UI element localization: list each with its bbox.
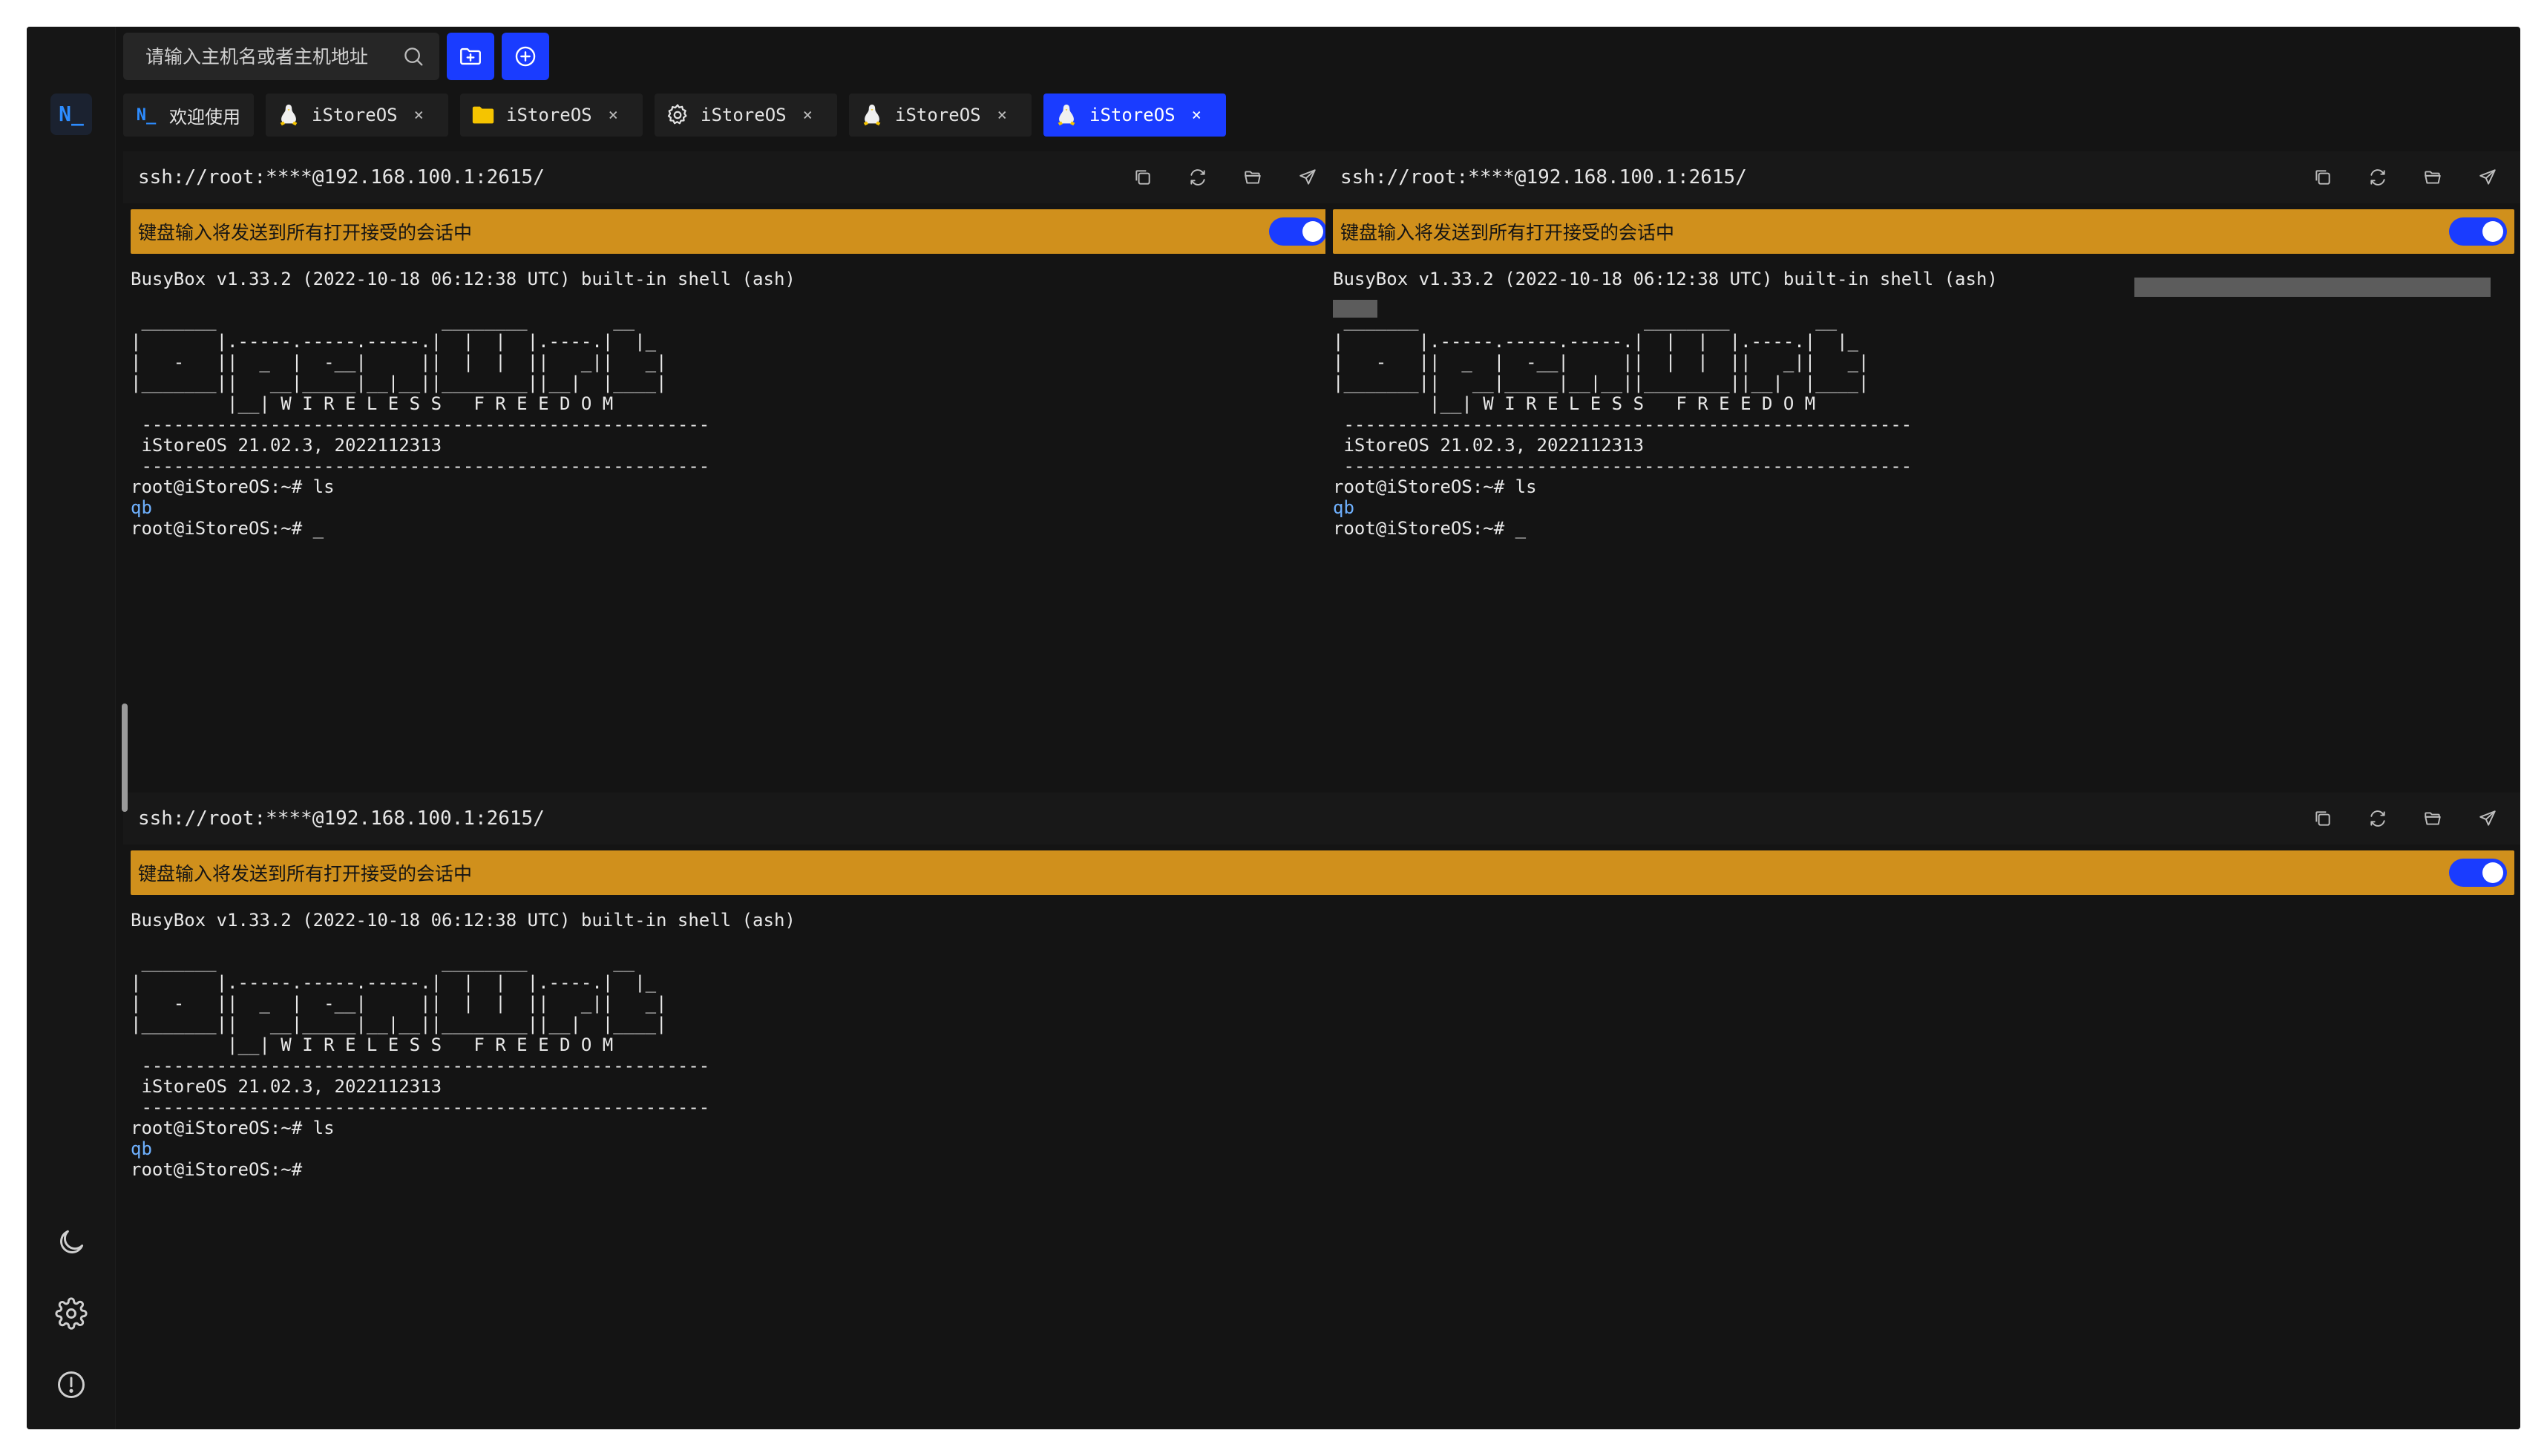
- copy-icon[interactable]: [2307, 802, 2339, 835]
- terminal-prompt: root@iStoreOS:~# _: [1333, 518, 1527, 539]
- pane-tools: [2307, 802, 2520, 835]
- search-icon[interactable]: [401, 44, 426, 69]
- linux-icon: [1054, 102, 1079, 128]
- pane-tools: [1127, 161, 1340, 194]
- terminal-line: iStoreOS 21.02.3, 2022112313: [1333, 435, 1645, 456]
- terminal-pane-2: ssh://root:****@192.168.100.1:2615/ 键盘输入…: [1325, 151, 2520, 787]
- broadcast-toggle[interactable]: [1269, 217, 1327, 246]
- pane-header: ssh://root:****@192.168.100.1:2615/: [1325, 151, 2520, 203]
- tab-session-3[interactable]: iStoreOS ×: [655, 94, 837, 137]
- tab-session-4[interactable]: iStoreOS ×: [849, 94, 1032, 137]
- pane-url: ssh://root:****@192.168.100.1:2615/: [1340, 166, 1747, 188]
- pane-tools: [2307, 161, 2520, 194]
- broadcast-toggle[interactable]: [2449, 859, 2507, 887]
- terminal-line: BusyBox v1.33.2 (2022-10-18 06:12:38 UTC…: [131, 910, 796, 931]
- terminal-line: root@iStoreOS:~# ls: [131, 1118, 335, 1138]
- selection-highlight: [2134, 278, 2491, 297]
- close-icon[interactable]: ×: [1192, 106, 1202, 125]
- tab-session-5[interactable]: iStoreOS ×: [1043, 94, 1226, 137]
- gear-icon: [665, 102, 690, 128]
- tab-label: iStoreOS: [506, 105, 592, 125]
- terminal-line: iStoreOS 21.02.3, 2022112313: [131, 435, 442, 456]
- moon-icon[interactable]: [55, 1226, 88, 1259]
- terminal-pane-3: ssh://root:****@192.168.100.1:2615/ 键盘输入…: [123, 793, 2520, 1429]
- app-logo[interactable]: N_: [50, 94, 92, 135]
- terminal-line: qb: [131, 497, 152, 518]
- terminal-pane-1: ssh://root:****@192.168.100.1:2615/ 键盘输入…: [123, 151, 1340, 787]
- terminal-line: ----------------------------------------…: [131, 1097, 710, 1118]
- terminal-line: root@iStoreOS:~# ls: [1333, 476, 1537, 497]
- terminal-line: root@iStoreOS:~# ls: [131, 476, 335, 497]
- folder-open-icon[interactable]: [2416, 161, 2449, 194]
- tab-label: iStoreOS: [1089, 105, 1176, 125]
- linux-icon: [859, 102, 885, 128]
- ascii-banner: _______ ________ __ | |.-----.-----.----…: [131, 951, 710, 1076]
- folder-icon: [471, 102, 496, 128]
- folder-plus-icon: [460, 47, 481, 65]
- refresh-icon[interactable]: [1181, 161, 1214, 194]
- broadcast-toggle[interactable]: [2449, 217, 2507, 246]
- pane-resize-handle[interactable]: [122, 704, 128, 812]
- close-icon[interactable]: ×: [609, 106, 618, 125]
- send-icon[interactable]: [2471, 161, 2504, 194]
- plus-circle-icon: [515, 46, 536, 67]
- terminal-prompt: root@iStoreOS:~# _: [131, 518, 324, 539]
- terminal-line: qb: [131, 1138, 152, 1159]
- broadcast-banner: 键盘输入将发送到所有打开接受的会话中: [131, 850, 2514, 895]
- close-icon[interactable]: ×: [997, 106, 1007, 125]
- terminal-line: ----------------------------------------…: [131, 456, 710, 476]
- broadcast-text: 键盘输入将发送到所有打开接受的会话中: [1340, 222, 1675, 243]
- pane-url: ssh://root:****@192.168.100.1:2615/: [138, 807, 545, 830]
- refresh-icon[interactable]: [2361, 802, 2394, 835]
- ascii-banner: _______ ________ __ | |.-----.-----.----…: [1333, 310, 1912, 435]
- sidebar: N_: [27, 27, 116, 1429]
- terminal-line: BusyBox v1.33.2 (2022-10-18 06:12:38 UTC…: [131, 269, 796, 289]
- close-icon[interactable]: ×: [803, 106, 813, 125]
- broadcast-text: 键盘输入将发送到所有打开接受的会话中: [138, 222, 473, 243]
- tab-bar: N_ 欢迎使用 iStoreOS × iStoreOS × iStoreOS ×: [123, 94, 1226, 137]
- copy-icon[interactable]: [1127, 161, 1159, 194]
- refresh-icon[interactable]: [2361, 161, 2394, 194]
- send-icon[interactable]: [2471, 802, 2504, 835]
- terminal-output[interactable]: BusyBox v1.33.2 (2022-10-18 06:12:38 UTC…: [131, 910, 2513, 1429]
- terminal-line: qb: [1333, 497, 1354, 518]
- terminal-output[interactable]: BusyBox v1.33.2 (2022-10-18 06:12:38 UTC…: [131, 269, 1333, 787]
- app-logo-icon: N_: [136, 105, 157, 125]
- tab-session-2[interactable]: iStoreOS ×: [460, 94, 643, 137]
- tab-label: 欢迎使用: [169, 106, 240, 128]
- terminal-output[interactable]: BusyBox v1.33.2 (2022-10-18 06:12:38 UTC…: [1333, 269, 2513, 787]
- terminal-line: iStoreOS 21.02.3, 2022112313: [131, 1076, 442, 1097]
- pane-url: ssh://root:****@192.168.100.1:2615/: [138, 166, 545, 188]
- host-search: [123, 33, 439, 80]
- new-folder-button[interactable]: [447, 33, 494, 80]
- ascii-banner: _______ ________ __ | |.-----.-----.----…: [131, 310, 710, 435]
- folder-open-icon[interactable]: [1236, 161, 1269, 194]
- tab-welcome[interactable]: N_ 欢迎使用: [123, 94, 254, 137]
- app-window: N_ N_ 欢迎使用 iStoreOS ×: [27, 27, 2520, 1429]
- tab-session-1[interactable]: iStoreOS ×: [266, 94, 448, 137]
- terminal-prompt: root@iStoreOS:~#: [131, 1159, 303, 1180]
- broadcast-text: 键盘输入将发送到所有打开接受的会话中: [138, 863, 473, 885]
- cursor-block: [1333, 300, 1377, 318]
- terminal-line: ----------------------------------------…: [1333, 456, 1912, 476]
- linux-icon: [276, 102, 301, 128]
- broadcast-banner: 键盘输入将发送到所有打开接受的会话中: [131, 209, 1334, 254]
- tab-label: iStoreOS: [312, 105, 398, 125]
- folder-open-icon[interactable]: [2416, 802, 2449, 835]
- send-icon[interactable]: [1291, 161, 1324, 194]
- gear-icon[interactable]: [55, 1297, 88, 1330]
- broadcast-banner: 键盘输入将发送到所有打开接受的会话中: [1333, 209, 2514, 254]
- search-input[interactable]: [123, 33, 401, 80]
- tab-label: iStoreOS: [701, 105, 787, 125]
- new-connection-button[interactable]: [502, 33, 549, 80]
- info-icon[interactable]: [55, 1368, 88, 1401]
- tab-label: iStoreOS: [895, 105, 981, 125]
- close-icon[interactable]: ×: [414, 106, 424, 125]
- copy-icon[interactable]: [2307, 161, 2339, 194]
- pane-header: ssh://root:****@192.168.100.1:2615/: [123, 793, 2520, 845]
- pane-header: ssh://root:****@192.168.100.1:2615/: [123, 151, 1340, 203]
